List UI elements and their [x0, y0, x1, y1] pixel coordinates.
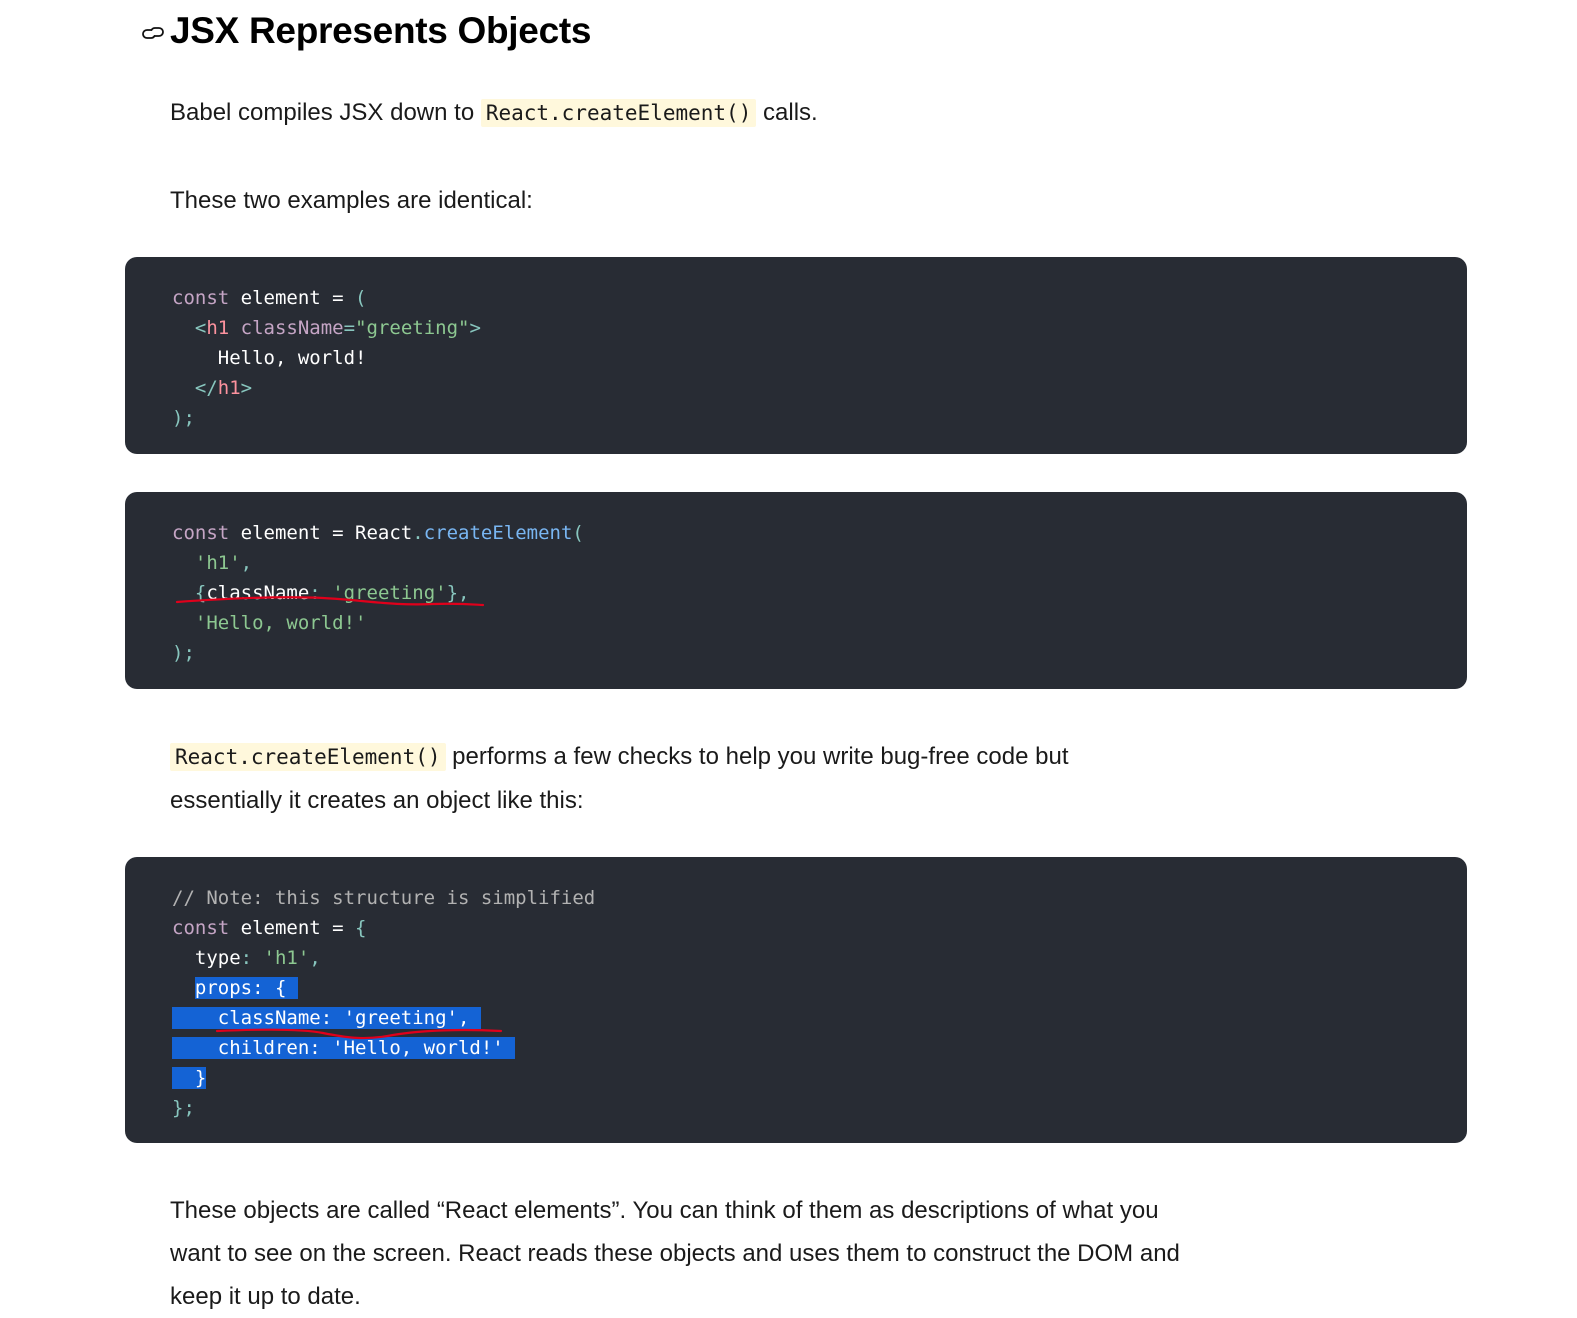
code-token: // Note: this structure is simplified — [172, 887, 596, 909]
code-token: = — [332, 522, 344, 544]
code-token: </ — [172, 377, 218, 399]
code-token: . — [412, 522, 424, 544]
code-token: ); — [172, 642, 195, 664]
inline-code: React.createElement() — [170, 743, 446, 771]
page-title: JSX Represents Objects — [170, 10, 592, 51]
intro-prefix: Babel compiles JSX down to — [170, 99, 481, 126]
code-token: = — [343, 317, 356, 339]
section-heading: JSX Represents Objects — [140, 10, 591, 52]
code-token: 'h1' — [263, 947, 310, 969]
code-token: const — [172, 522, 230, 544]
selected-code-token: props: { — [194, 977, 298, 999]
code-token: h1 — [206, 317, 230, 339]
code-token: type — [172, 947, 241, 969]
code-line: const element = { — [172, 913, 595, 943]
code-token: "greeting" — [355, 317, 470, 339]
code-line: children: 'Hello, world!' — [172, 1033, 595, 1063]
selected-code-token — [172, 1007, 195, 1029]
code-line: type: 'h1', — [172, 943, 595, 973]
code-content: const element = ( <h1 className="greetin… — [172, 283, 481, 433]
elements-line3: keep it up to date. — [170, 1283, 361, 1310]
code-token: ( — [343, 287, 367, 309]
code-line: const element = ( — [172, 283, 481, 313]
code-token: : — [240, 947, 253, 969]
code-token: , — [309, 947, 321, 969]
intro-suffix: calls. — [756, 99, 818, 126]
code-line: } — [172, 1063, 595, 1093]
code-token: > — [469, 317, 481, 339]
code-token: , — [240, 552, 253, 574]
code-block-object: // Note: this structure is simplified con… — [125, 857, 1467, 1143]
elements-paragraph: These objects are called “React elements… — [170, 1189, 1180, 1318]
elements-line1: These objects are called “React elements… — [170, 1197, 1159, 1224]
code-content: const element = React.createElement( 'h1… — [172, 518, 584, 668]
code-line: 'h1', — [172, 548, 584, 578]
code-token: React — [343, 522, 413, 544]
selected-code-token: } — [172, 1067, 207, 1089]
code-line: <h1 className="greeting"> — [172, 313, 481, 343]
link-icon[interactable] — [140, 20, 166, 46]
code-token: h1 — [217, 377, 241, 399]
code-block-jsx: const element = ( <h1 className="greetin… — [125, 257, 1467, 454]
code-token: 'Hello, world!' — [194, 612, 367, 634]
code-token: }, — [446, 582, 470, 604]
code-line: const element = React.createElement( — [172, 518, 584, 548]
code-line: className: 'greeting', — [172, 1003, 595, 1033]
code-line: {className: 'greeting'}, — [172, 578, 584, 608]
code-token: 'h1' — [194, 552, 241, 574]
code-token: const — [172, 287, 230, 309]
code-token: element — [229, 917, 333, 939]
code-content: // Note: this structure is simplified con… — [172, 883, 595, 1123]
selected-code-token: children: 'Hello, world!' — [194, 1037, 516, 1059]
code-token: = — [332, 287, 344, 309]
checks-line2: essentially it creates an object like th… — [170, 787, 584, 814]
code-token: element — [229, 522, 333, 544]
code-line: // Note: this structure is simplified — [172, 883, 595, 913]
identical-paragraph: These two examples are identical: — [170, 187, 533, 214]
code-line: }; — [172, 1093, 595, 1123]
code-token: 'greeting' — [332, 582, 447, 604]
code-token: < — [172, 317, 207, 339]
code-token: = — [332, 917, 344, 939]
code-token: : — [309, 582, 321, 604]
selected-code-token: className: 'greeting', — [194, 1007, 481, 1029]
code-line: </h1> — [172, 373, 481, 403]
code-line: ); — [172, 638, 584, 668]
code-line: Hello, world! — [172, 343, 481, 373]
elements-line2: want to see on the screen. React reads t… — [170, 1240, 1180, 1267]
selected-code-token — [172, 1037, 195, 1059]
code-token: ); — [172, 407, 195, 429]
code-token: > — [240, 377, 253, 399]
code-token: { — [194, 582, 207, 604]
code-token: className — [229, 317, 344, 339]
code-token: className — [206, 582, 310, 604]
code-token: { — [343, 917, 367, 939]
intro-paragraph: Babel compiles JSX down to React.createE… — [170, 91, 818, 135]
code-token: ( — [572, 522, 584, 544]
code-token: const — [172, 917, 230, 939]
code-token: element — [229, 287, 333, 309]
checks-line1: performs a few checks to help you write … — [445, 743, 1069, 770]
code-line: props: { — [172, 973, 595, 1003]
code-token: createElement — [423, 522, 573, 544]
code-token: Hello, world! — [172, 347, 367, 369]
code-line: 'Hello, world!' — [172, 608, 584, 638]
checks-paragraph: React.createElement() performs a few che… — [170, 735, 1069, 822]
code-line: ); — [172, 403, 481, 433]
code-block-create-element: const element = React.createElement( 'h1… — [125, 492, 1467, 689]
code-token: }; — [172, 1097, 195, 1119]
inline-code: React.createElement() — [480, 99, 757, 127]
